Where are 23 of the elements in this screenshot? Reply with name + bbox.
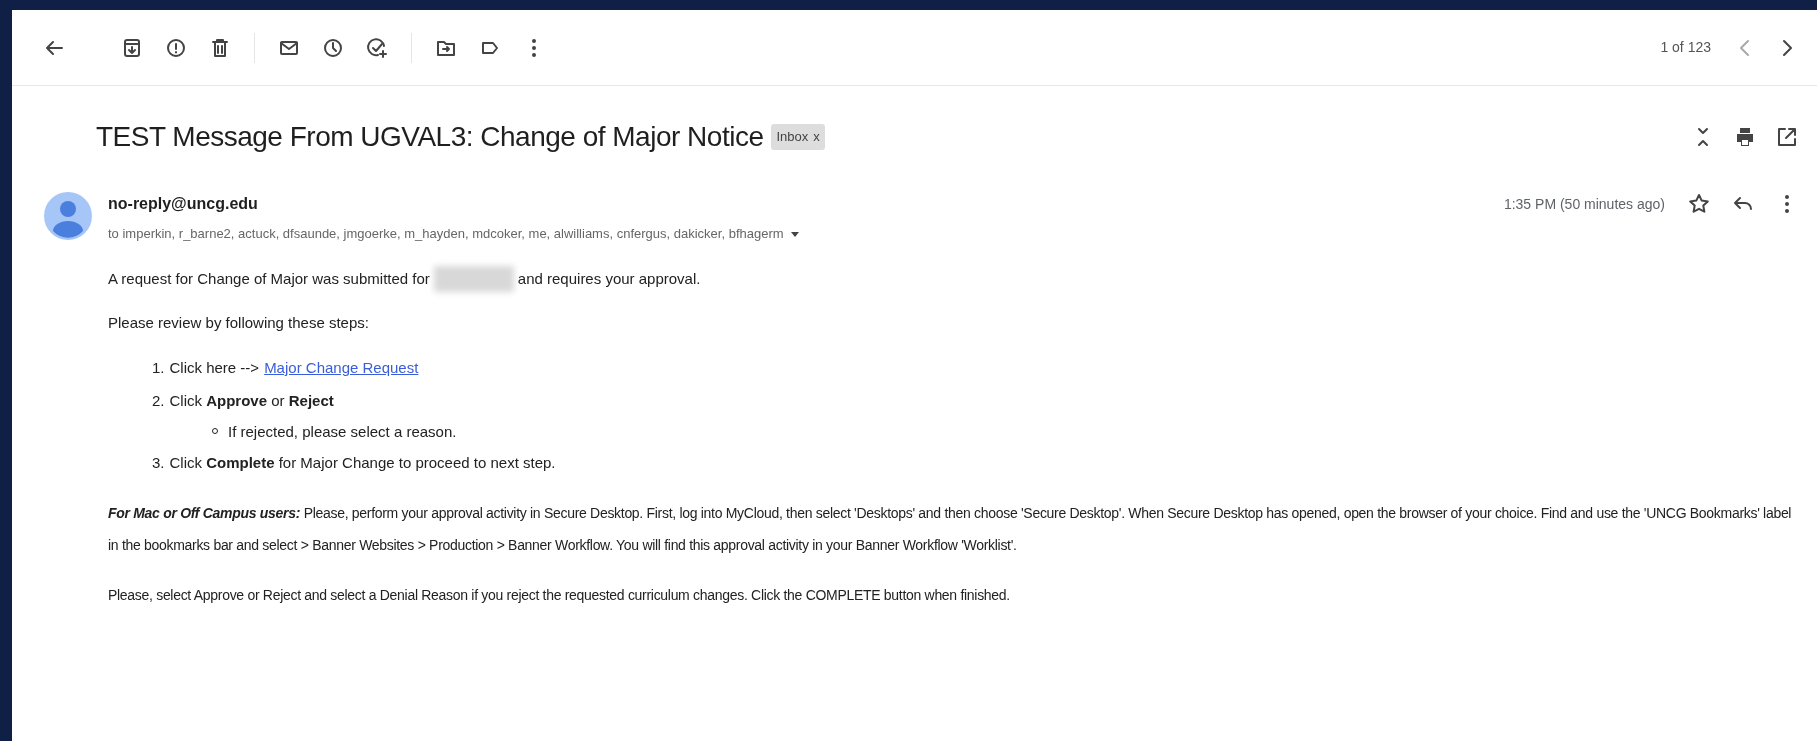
list-number: 1. <box>152 357 165 378</box>
body-text: and requires your approval. <box>517 269 701 289</box>
step-text: Click here --> <box>169 357 260 378</box>
pagination-text: 1 of 123 <box>1660 38 1711 57</box>
sender-address: no-reply@uncg.edu <box>108 194 258 214</box>
body-text: Please review by following these steps: <box>108 312 370 333</box>
step-text: If rejected, please select a reason. <box>228 421 457 442</box>
list-number: 2. <box>152 390 165 411</box>
avatar-icon <box>44 192 92 240</box>
step-text: Click Complete for Major Change to proceed to next step. <box>169 452 556 473</box>
body-text: A request for Change of Major was submitted for <box>108 269 430 289</box>
step-text: Click Approve or Reject <box>169 390 334 411</box>
list-number: 3. <box>152 452 165 473</box>
request-link[interactable]: Major Change Request <box>264 350 419 384</box>
body-paragraph: For Mac or Off Campus users: Please, perform your approval activity in Secure Desktop. First, log into MyCloud, then select 'Desktops' and then choose 'Secure Desktop'. When Secure Desktop has opened, open the browser of your choice. Find and use the 'UNCG Bookmarks' label in the bookmarks bar and select > Banner Websites > Production > Banner Workflow. You will find this approval activity in your Banner Workflow 'Worklist'. <box>108 503 1793 555</box>
add-task-icon[interactable] <box>365 35 389 60</box>
open-in-new-window-icon[interactable] <box>1775 125 1799 149</box>
inbox-label-chip[interactable]: Inbox x <box>771 124 825 150</box>
email-subject: TEST Message From UGVAL3: Change of Major Notice <box>96 120 764 154</box>
recipients-text: to imperkin, r_barne2, actuck, dfsaunde, jmgoerke, m_hayden, mdcoker, me, alwilliams, cnfergus, dakicker, bfhagerm <box>108 225 784 243</box>
star-icon[interactable] <box>1687 192 1711 216</box>
body-paragraph: Please, select Approve or Reject and select a Denial Reason if you reject the requested curriculum changes. Click the COMPLETE button when finished. <box>108 585 1011 605</box>
message-time: 1:35 PM (50 minutes ago) <box>1503 194 1665 214</box>
